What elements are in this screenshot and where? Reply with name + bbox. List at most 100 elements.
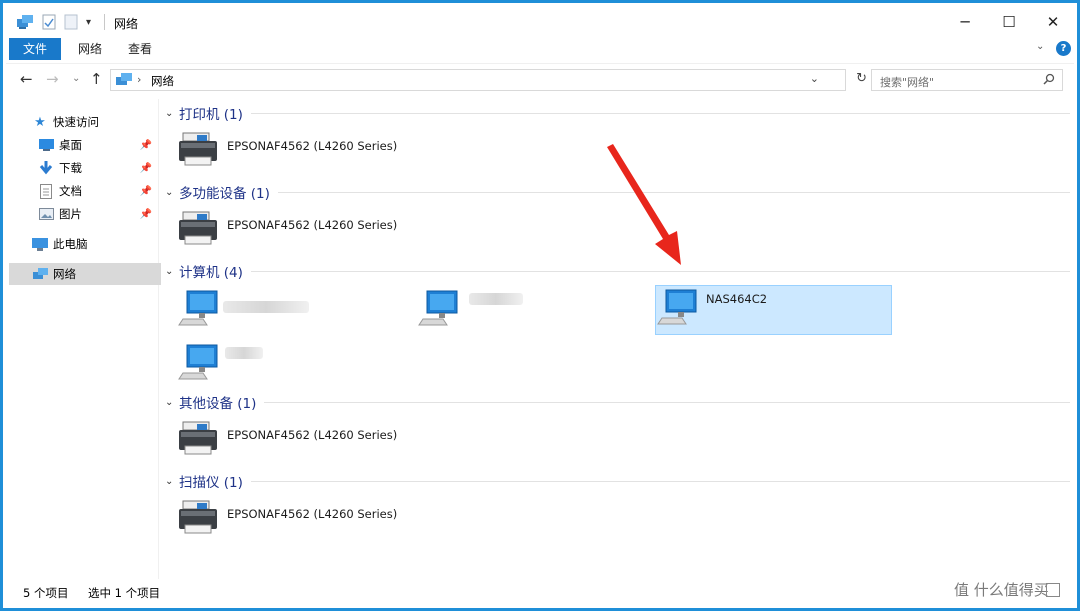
computer-icon: [657, 289, 697, 325]
properties-icon[interactable]: [42, 13, 56, 31]
ribbon-tabs: 文件 网络 查看 ⌄ ?: [6, 38, 1074, 62]
device-tile[interactable]: EPSONAF4562 (L4260 Series): [177, 127, 417, 175]
title-bar: ▾ 网络 ─ ☐ ✕: [6, 6, 1074, 38]
navigation-pane: ★ 快速访问 桌面 📌 下载 📌 文档 📌 图片 📌 此电脑 网络: [6, 99, 161, 579]
group-title: 其他设备 (1): [179, 396, 257, 412]
nav-item-downloads[interactable]: 下载 📌: [38, 157, 158, 179]
minimize-button[interactable]: ─: [942, 6, 988, 38]
chevron-down-icon[interactable]: ⌄: [165, 397, 179, 408]
search-icon[interactable]: [1043, 73, 1055, 88]
explorer-window: ▾ 网络 ─ ☐ ✕ 文件 网络 查看 ⌄ ? ← → ⌄ ↑ › 网络 ⌄ ↻…: [0, 0, 1080, 611]
ribbon-expand-icon[interactable]: ⌄: [1036, 41, 1044, 52]
desktop-icon: [38, 137, 54, 153]
vertical-scrollbar[interactable]: [1075, 99, 1080, 579]
chevron-down-icon[interactable]: ⌄: [165, 108, 179, 119]
download-icon: [38, 160, 54, 176]
redacted-name: [469, 293, 523, 305]
tab-file[interactable]: 文件: [9, 38, 62, 60]
nav-item-label: 下载: [59, 161, 82, 175]
nav-item-desktop[interactable]: 桌面 📌: [38, 134, 158, 156]
device-label: EPSONAF4562 (L4260 Series): [227, 218, 398, 232]
computer-icon: [32, 236, 48, 252]
search-box[interactable]: 搜索"网络": [871, 69, 1063, 91]
device-tile[interactable]: EPSONAF4562 (L4260 Series): [177, 495, 417, 543]
network-icon: [32, 266, 48, 282]
annotation-arrow: [607, 144, 681, 265]
printer-icon: [179, 421, 217, 455]
pin-icon: 📌: [139, 185, 152, 197]
search-placeholder: 搜索"网络": [880, 76, 935, 89]
printer-icon: [179, 211, 217, 245]
maximize-button[interactable]: ☐: [986, 6, 1032, 38]
device-tile[interactable]: EPSONAF4562 (L4260 Series): [177, 206, 417, 254]
nav-this-pc[interactable]: 此电脑: [32, 233, 158, 255]
device-label: EPSONAF4562 (L4260 Series): [227, 139, 398, 153]
address-row: ← → ⌄ ↑ › 网络 ⌄ ↻ 搜索"网络": [6, 63, 1074, 95]
breadcrumb-separator: ›: [137, 73, 142, 86]
group-header-printers[interactable]: ⌄ 打印机 (1): [165, 103, 1070, 123]
status-selected-count: 选中 1 个项目: [88, 586, 161, 600]
chevron-down-icon[interactable]: ⌄: [165, 476, 179, 487]
computer-tile[interactable]: [417, 287, 647, 335]
pin-icon: 📌: [139, 162, 152, 174]
group-header-scanners[interactable]: ⌄ 扫描仪 (1): [165, 471, 1070, 491]
computer-tile[interactable]: [177, 341, 407, 389]
device-label: EPSONAF4562 (L4260 Series): [227, 507, 398, 521]
nav-item-label: 图片: [59, 207, 82, 221]
tab-view[interactable]: 查看: [114, 38, 166, 60]
details-view-icon[interactable]: [1046, 583, 1060, 597]
picture-icon: [38, 206, 54, 222]
network-app-icon: [16, 13, 34, 31]
nav-this-pc-label: 此电脑: [53, 237, 88, 251]
recent-locations-icon[interactable]: ⌄: [72, 73, 80, 84]
computer-tile[interactable]: [177, 287, 407, 335]
star-icon: ★: [34, 114, 46, 130]
printer-icon: [179, 132, 217, 166]
computer-label: NAS464C2: [706, 292, 768, 306]
tab-network[interactable]: 网络: [64, 38, 116, 60]
window-title: 网络: [114, 17, 139, 31]
address-bar[interactable]: › 网络 ⌄ ↻: [110, 69, 867, 91]
group-title: 计算机 (4): [179, 265, 243, 281]
status-bar: 5 个项目 选中 1 个项目 值 什么值得买: [6, 579, 1074, 605]
nav-network-label: 网络: [53, 267, 76, 281]
close-button[interactable]: ✕: [1030, 6, 1076, 38]
group-title: 打印机 (1): [179, 107, 243, 123]
nav-item-label: 桌面: [59, 138, 82, 152]
computer-tile-selected[interactable]: NAS464C2: [655, 285, 892, 335]
quick-access-dropdown-icon[interactable]: ▾: [86, 13, 91, 31]
printer-icon: [179, 500, 217, 534]
group-divider: [264, 401, 1070, 403]
device-tile[interactable]: EPSONAF4562 (L4260 Series): [177, 416, 417, 464]
title-divider: [104, 14, 105, 30]
pin-icon: 📌: [139, 139, 152, 151]
chevron-down-icon[interactable]: ⌄: [165, 187, 179, 198]
chevron-down-icon[interactable]: ⌄: [165, 266, 179, 277]
address-dropdown-icon[interactable]: ⌄: [810, 72, 819, 85]
new-folder-icon[interactable]: [64, 13, 78, 31]
nav-quick-access[interactable]: ★ 快速访问: [32, 111, 158, 133]
nav-item-label: 文档: [59, 184, 82, 198]
redacted-name: [223, 301, 309, 313]
group-divider: [250, 480, 1070, 482]
up-arrow-icon[interactable]: ↑: [90, 70, 103, 88]
group-divider: [250, 112, 1070, 114]
group-title: 扫描仪 (1): [179, 475, 243, 491]
watermark-text: 值 什么值得买: [954, 581, 1049, 599]
back-arrow-icon[interactable]: ←: [20, 70, 33, 88]
status-item-count: 5 个项目: [23, 586, 69, 600]
refresh-icon[interactable]: ↻: [856, 71, 867, 86]
computer-icon: [178, 344, 218, 380]
help-icon[interactable]: ?: [1056, 41, 1071, 56]
group-header-other-devices[interactable]: ⌄ 其他设备 (1): [165, 392, 1070, 412]
nav-quick-access-label: 快速访问: [53, 115, 99, 129]
pin-icon: 📌: [139, 208, 152, 220]
computer-icon: [418, 290, 458, 326]
device-label: EPSONAF4562 (L4260 Series): [227, 428, 398, 442]
nav-item-pictures[interactable]: 图片 📌: [38, 203, 158, 225]
document-icon: [38, 183, 54, 199]
nav-item-documents[interactable]: 文档 📌: [38, 180, 158, 202]
forward-arrow-icon[interactable]: →: [46, 70, 59, 88]
breadcrumb-network[interactable]: 网络: [151, 73, 174, 89]
nav-network[interactable]: 网络: [9, 263, 161, 285]
